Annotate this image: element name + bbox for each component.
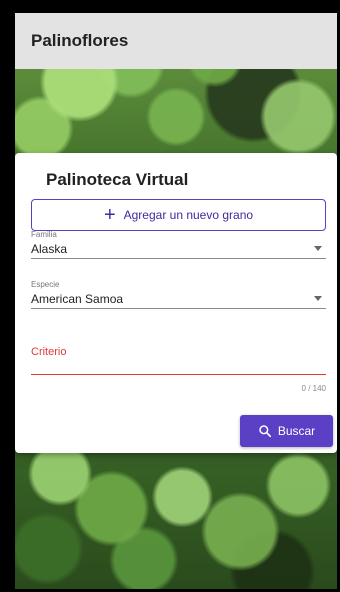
app-title: Palinoflores: [31, 31, 129, 50]
dropdown-arrow-icon[interactable]: [314, 246, 322, 251]
add-grain-label: Agregar un nuevo grano: [123, 208, 254, 222]
familia-value: Alaska: [31, 241, 68, 256]
familia-label: Familia: [31, 230, 57, 239]
search-card: Palinoteca Virtual + Agregar un nuevo gr…: [15, 153, 337, 453]
search-icon: [259, 425, 271, 438]
criterio-underline: [31, 374, 326, 375]
dropdown-arrow-icon[interactable]: [314, 296, 322, 301]
add-grain-button[interactable]: + Agregar un nuevo grano: [31, 199, 326, 231]
especie-select[interactable]: Especie American Samoa: [31, 280, 326, 309]
app-screen: Palinoflores Palinoteca Virtual + Agrega…: [15, 13, 337, 589]
character-counter: 0 / 140: [301, 384, 326, 393]
familia-select[interactable]: Familia Alaska: [31, 230, 326, 259]
criterio-field[interactable]: Criterio: [31, 346, 326, 375]
app-bar: Palinoflores: [15, 13, 337, 69]
search-button-label: Buscar: [277, 424, 316, 438]
criterio-label: Criterio: [31, 346, 67, 358]
search-button[interactable]: Buscar: [240, 415, 333, 447]
card-title: Palinoteca Virtual: [46, 170, 189, 189]
especie-label: Especie: [31, 280, 60, 289]
plus-icon: +: [103, 204, 116, 226]
especie-value: American Samoa: [31, 291, 124, 306]
